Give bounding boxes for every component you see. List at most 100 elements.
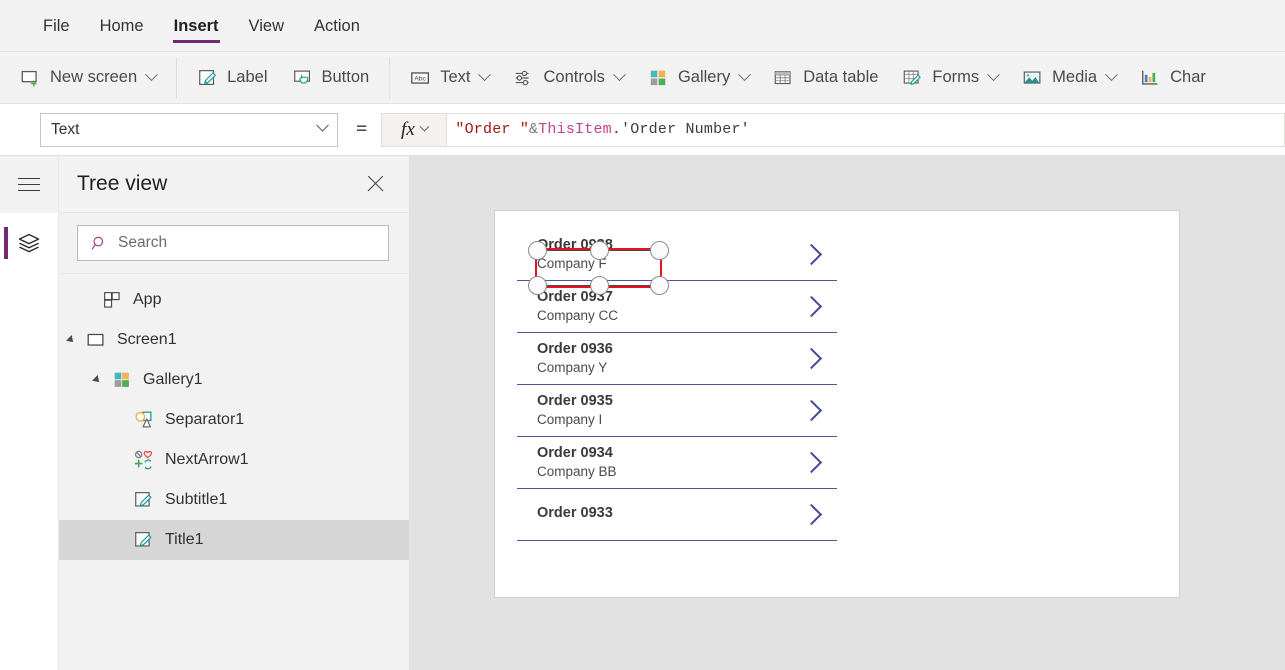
tree-item-gallery1[interactable]: Gallery1 (59, 360, 409, 400)
next-arrow-icon[interactable] (800, 243, 823, 265)
equals-sign: = (356, 118, 368, 140)
ribbon-group-basic: Label Button (177, 57, 389, 99)
insert-gallery-button[interactable]: Gallery (636, 57, 761, 99)
chevron-down-icon (987, 68, 1001, 82)
search-icon (91, 236, 104, 249)
formula-token-operator: & (529, 121, 539, 138)
chevron-down-icon (316, 118, 329, 132)
menu-item-action[interactable]: Action (299, 0, 375, 52)
ribbon-group-controls: Abc Text Controls Gallery Data table For… (390, 57, 1226, 99)
gallery-row[interactable]: Order 0935 Company I (517, 385, 837, 437)
chevron-down-icon (145, 68, 158, 82)
gallery-row[interactable]: Order 0938 Company F (517, 229, 837, 295)
twisty-expanded-icon[interactable] (89, 372, 105, 388)
rail-item-tree-view[interactable] (0, 213, 58, 273)
gallery-control[interactable]: Order 0938 Company F Order 0937 Company … (517, 229, 837, 551)
formula-token-field: .'Order Number' (611, 121, 750, 138)
gallery-row-texts: Order 0934 Company BB (537, 445, 617, 480)
chevron-down-icon (613, 68, 626, 82)
search-input[interactable]: Search (77, 225, 389, 261)
next-arrow-icon[interactable] (800, 347, 823, 369)
data-table-icon (774, 70, 791, 84)
close-icon[interactable] (363, 171, 389, 197)
next-arrow-icon[interactable] (800, 399, 823, 421)
canvas-area: Order 0938 Company F Order 0937 Company … (410, 156, 1285, 670)
new-screen-label: New screen (50, 68, 138, 86)
gallery-row-subtitle: Company CC (537, 308, 619, 323)
gallery-row-title: Order 0937 (537, 289, 613, 305)
forms-button-label: Forms (932, 68, 980, 86)
gallery-button-label: Gallery (677, 68, 731, 86)
screen-icon (87, 333, 104, 346)
new-screen-button[interactable]: New screen (8, 57, 168, 99)
tree-item-label: NextArrow1 (165, 451, 249, 468)
gallery-row[interactable]: Order 0933 (517, 489, 837, 541)
tree-view-layers-icon (18, 233, 40, 253)
tree-item-title1[interactable]: Title1 (59, 520, 409, 560)
menu-item-insert[interactable]: Insert (159, 0, 234, 52)
tree-view-title: Tree view (77, 172, 168, 195)
hamburger-button[interactable] (0, 156, 58, 213)
media-icon (1023, 70, 1041, 84)
insert-label-button[interactable]: Label (185, 57, 279, 99)
gallery-row-texts: Order 0933 (537, 505, 613, 524)
menu-item-view[interactable]: View (234, 0, 299, 52)
tree-item-label: Subtitle1 (165, 491, 228, 508)
gallery-row-title: Order 0938 (537, 237, 613, 253)
text-button-label: Text (440, 68, 471, 86)
gallery-row-texts: Order 0936 Company Y (537, 341, 613, 376)
svg-text:Abc: Abc (415, 75, 427, 82)
gallery-row-subtitle: Company I (537, 412, 603, 427)
next-arrow-icon[interactable] (800, 451, 823, 473)
tree-item-app[interactable]: App (59, 280, 409, 320)
property-select[interactable]: Text (40, 112, 338, 147)
chevron-down-icon (478, 68, 492, 82)
tree-view-header: Tree view (59, 156, 409, 213)
resize-handle-top-right[interactable] (650, 241, 669, 260)
new-screen-icon (21, 70, 37, 87)
insert-forms-button[interactable]: Forms (890, 57, 1010, 99)
insert-controls-button[interactable]: Controls (501, 57, 635, 99)
search-placeholder: Search (118, 234, 168, 251)
app-screen[interactable]: Order 0938 Company F Order 0937 Company … (495, 211, 1179, 597)
button-button-label: Button (321, 68, 370, 86)
tree-item-nextarrow1[interactable]: NextArrow1 (59, 440, 409, 480)
tree-item-subtitle1[interactable]: Subtitle1 (59, 480, 409, 520)
text-icon: Abc (411, 71, 430, 84)
shapes-icon (135, 411, 152, 428)
next-arrow-icon[interactable] (800, 295, 823, 317)
insert-media-button[interactable]: Media (1010, 57, 1128, 99)
insert-charts-button[interactable]: Char (1128, 57, 1218, 99)
charts-button-label: Char (1170, 68, 1206, 86)
menu-item-home[interactable]: Home (85, 0, 159, 52)
gallery-row-title: Order 0933 (537, 505, 613, 521)
tree-item-label: Gallery1 (143, 371, 203, 388)
media-button-label: Media (1052, 68, 1098, 86)
insert-data-table-button[interactable]: Data table (761, 57, 890, 99)
tree-item-label: App (133, 291, 162, 308)
gallery-row[interactable]: Order 0934 Company BB (517, 437, 837, 489)
label-button-label: Label (227, 68, 268, 86)
insert-text-button[interactable]: Abc Text (398, 57, 501, 99)
insert-button-button[interactable]: Button (280, 57, 382, 99)
gallery-row[interactable]: Order 0936 Company Y (517, 333, 837, 385)
tree-search-wrap: Search (59, 213, 409, 274)
app-icon (104, 292, 120, 308)
hamburger-icon (18, 173, 40, 196)
property-select-value: Text (51, 120, 80, 138)
gallery-row[interactable]: Order 0937 Company CC (517, 281, 837, 333)
next-arrow-icon[interactable] (800, 503, 823, 525)
menu-bar: File Home Insert View Action (0, 0, 1285, 52)
gallery-icon (650, 70, 666, 85)
fx-button[interactable]: fx (381, 112, 448, 147)
tree-item-screen1[interactable]: Screen1 (59, 320, 409, 360)
ribbon-toolbar: New screen Label Button Abc Text Control… (0, 52, 1285, 104)
label-icon (135, 492, 152, 507)
menu-item-file[interactable]: File (28, 0, 85, 52)
twisty-expanded-icon[interactable] (63, 332, 79, 348)
gallery-icon (114, 372, 129, 387)
label-icon (135, 532, 152, 547)
charts-icon (1142, 70, 1158, 85)
tree-item-separator1[interactable]: Separator1 (59, 400, 409, 440)
formula-input[interactable]: "Order " & ThisItem .'Order Number' (447, 112, 1285, 147)
